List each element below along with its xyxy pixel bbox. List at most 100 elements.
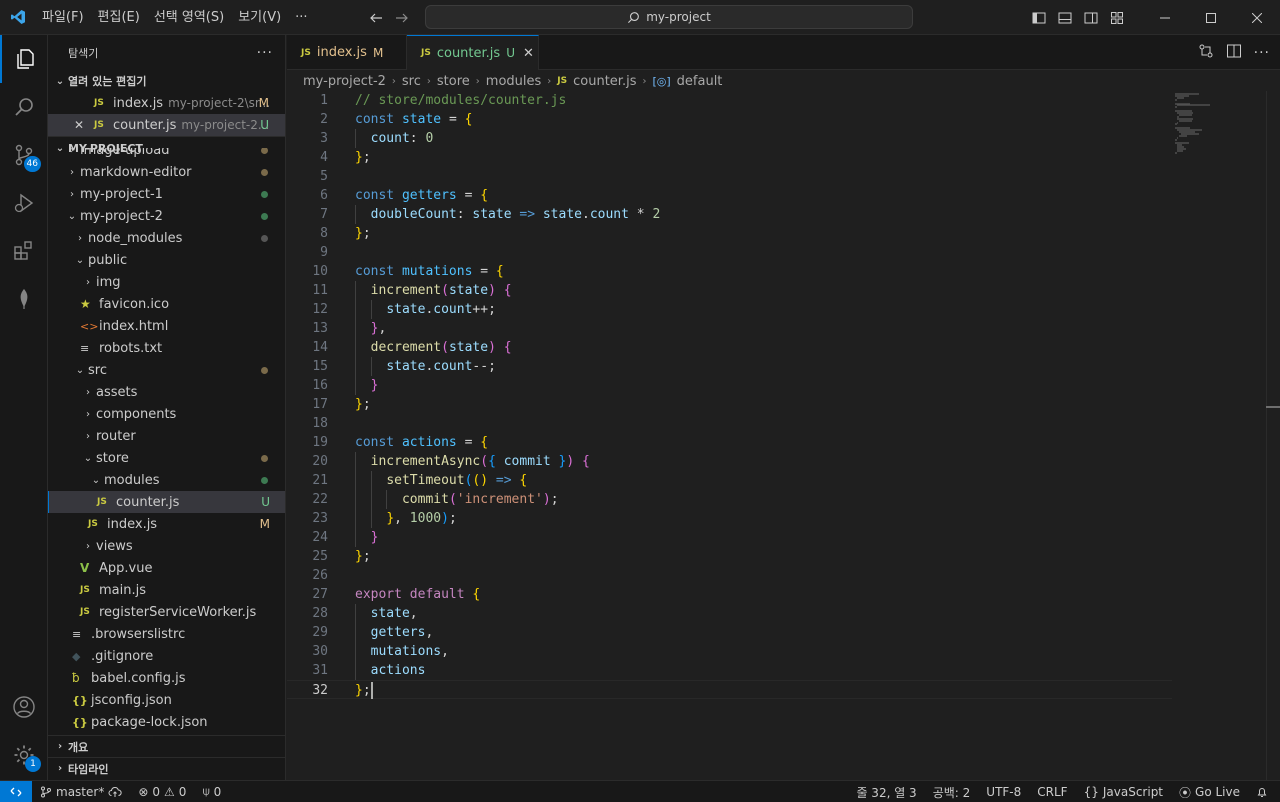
open-editor-item[interactable]: ✕ JS counter.js my-project-2... U bbox=[48, 114, 285, 136]
search-icon[interactable] bbox=[0, 83, 48, 131]
tree-file[interactable]: ≡ .browserslistrc bbox=[48, 623, 285, 645]
go-live-button[interactable]: ⦿ Go Live bbox=[1171, 781, 1248, 802]
toggle-secondary-sidebar-icon[interactable] bbox=[1078, 0, 1104, 35]
tree-file[interactable]: JS index.js M bbox=[48, 513, 285, 535]
tree-folder[interactable]: › my-project-1 bbox=[48, 183, 285, 205]
code-line[interactable]: 16 } bbox=[287, 376, 1172, 395]
close-window-icon[interactable] bbox=[1234, 0, 1280, 35]
tree-file[interactable]: ★ favicon.ico bbox=[48, 293, 285, 315]
cursor-position[interactable]: 줄 32, 열 3 bbox=[848, 781, 924, 802]
compare-changes-icon[interactable] bbox=[1198, 43, 1214, 63]
timeline-section[interactable]: › 타임라인 bbox=[48, 757, 285, 779]
code-line[interactable]: 31 actions bbox=[287, 661, 1172, 680]
menu-edit[interactable]: 편집(E) bbox=[91, 0, 147, 35]
code-line[interactable]: 22 commit('increment'); bbox=[287, 490, 1172, 509]
language-mode[interactable]: {} JavaScript bbox=[1076, 781, 1171, 802]
minimize-icon[interactable] bbox=[1142, 0, 1188, 35]
indentation-status[interactable]: 공백: 2 bbox=[925, 781, 979, 802]
code-line[interactable]: 12 state.count++; bbox=[287, 300, 1172, 319]
menu-selection[interactable]: 선택 영역(S) bbox=[147, 0, 231, 35]
tree-file[interactable]: JS main.js bbox=[48, 579, 285, 601]
tree-file[interactable]: ƀ babel.config.js bbox=[48, 667, 285, 689]
code-line[interactable]: 32}; bbox=[287, 680, 1172, 699]
code-line[interactable]: 28 state, bbox=[287, 604, 1172, 623]
toggle-primary-sidebar-icon[interactable] bbox=[1026, 0, 1052, 35]
code-line[interactable]: 26 bbox=[287, 566, 1172, 585]
toggle-panel-icon[interactable] bbox=[1052, 0, 1078, 35]
more-actions-icon[interactable]: ··· bbox=[257, 45, 273, 61]
menu-file[interactable]: 파일(F) bbox=[35, 0, 91, 35]
tree-folder[interactable]: › img bbox=[48, 271, 285, 293]
tree-folder[interactable]: › markdown-editor bbox=[48, 161, 285, 183]
outline-section[interactable]: › 개요 bbox=[48, 735, 285, 757]
code-line[interactable]: 9 bbox=[287, 243, 1172, 262]
branch-status[interactable]: master* bbox=[32, 781, 130, 802]
more-actions-icon[interactable]: ··· bbox=[1254, 45, 1270, 61]
code-line[interactable]: 6 const getters = { bbox=[287, 186, 1172, 205]
back-arrow-icon[interactable] bbox=[368, 10, 384, 26]
tree-folder[interactable]: ⌄ store bbox=[48, 447, 285, 469]
ports-status[interactable]: ⍦ 0 bbox=[194, 781, 229, 802]
tree-file[interactable]: {} jsconfig.json bbox=[48, 689, 285, 711]
run-debug-icon[interactable] bbox=[0, 179, 48, 227]
source-control-icon[interactable]: 46 bbox=[0, 131, 48, 179]
close-icon[interactable]: ✕ bbox=[74, 118, 94, 132]
breadcrumb-item[interactable]: store bbox=[437, 74, 470, 89]
tree-folder[interactable]: › assets bbox=[48, 381, 285, 403]
explorer-icon[interactable] bbox=[0, 35, 48, 83]
code-line[interactable]: 19 const actions = { bbox=[287, 433, 1172, 452]
open-editors-header[interactable]: ⌄ 열려 있는 편집기 bbox=[48, 70, 285, 92]
code-line[interactable]: 23 }, 1000); bbox=[287, 509, 1172, 528]
code-line[interactable]: 14 decrement(state) { bbox=[287, 338, 1172, 357]
tree-folder[interactable]: › router bbox=[48, 425, 285, 447]
code-line[interactable]: 7 doubleCount: state => state.count * 2 bbox=[287, 205, 1172, 224]
breadcrumb-item[interactable]: src bbox=[402, 74, 421, 89]
breadcrumb-item[interactable]: counter.js bbox=[573, 74, 636, 89]
code-line[interactable]: 1 // store/modules/counter.js bbox=[287, 91, 1172, 110]
code-line[interactable]: 18 bbox=[287, 414, 1172, 433]
tree-file[interactable]: {} package-lock.json bbox=[48, 711, 285, 733]
tree-folder[interactable]: › views bbox=[48, 535, 285, 557]
vertical-scrollbar[interactable] bbox=[1266, 91, 1280, 780]
encoding-status[interactable]: UTF-8 bbox=[978, 781, 1029, 802]
code-line[interactable]: 25}; bbox=[287, 547, 1172, 566]
tab-index-js[interactable]: JS index.js M bbox=[287, 35, 407, 70]
code-line[interactable]: 30 mutations, bbox=[287, 642, 1172, 661]
code-line[interactable]: 29 getters, bbox=[287, 623, 1172, 642]
tree-folder[interactable]: ⌄ src bbox=[48, 359, 285, 381]
menu-view[interactable]: 보기(V) bbox=[231, 0, 288, 35]
maximize-icon[interactable] bbox=[1188, 0, 1234, 35]
manage-gear-icon[interactable]: 1 bbox=[0, 731, 48, 779]
code-line[interactable]: 8}; bbox=[287, 224, 1172, 243]
forward-arrow-icon[interactable] bbox=[394, 10, 410, 26]
code-line[interactable]: 13 }, bbox=[287, 319, 1172, 338]
tree-file[interactable]: ◆ .gitignore bbox=[48, 645, 285, 667]
code-line[interactable]: 10 const mutations = { bbox=[287, 262, 1172, 281]
extensions-icon[interactable] bbox=[0, 227, 48, 275]
menu-more[interactable]: ··· bbox=[288, 0, 314, 35]
tree-folder[interactable]: › components bbox=[48, 403, 285, 425]
sync-cloud-icon[interactable] bbox=[108, 786, 122, 798]
tree-file[interactable]: V App.vue bbox=[48, 557, 285, 579]
close-icon[interactable]: ✕ bbox=[523, 46, 534, 61]
code-line[interactable]: 15 state.count--; bbox=[287, 357, 1172, 376]
command-center-search[interactable]: my-project bbox=[425, 5, 913, 29]
code-line[interactable]: 20 incrementAsync({ commit }) { bbox=[287, 452, 1172, 471]
tree-file[interactable]: ≡ robots.txt bbox=[48, 337, 285, 359]
customize-layout-icon[interactable] bbox=[1104, 0, 1130, 35]
code-line[interactable]: 4}; bbox=[287, 148, 1172, 167]
accounts-icon[interactable] bbox=[0, 683, 48, 731]
breadcrumb-item[interactable]: default bbox=[677, 74, 723, 89]
code-line[interactable]: 21 setTimeout(() => { bbox=[287, 471, 1172, 490]
eol-status[interactable]: CRLF bbox=[1029, 781, 1075, 802]
code-line[interactable]: 2 const state = { bbox=[287, 110, 1172, 129]
problems-status[interactable]: ⊗ 0 ⚠ 0 bbox=[130, 781, 194, 802]
split-editor-icon[interactable] bbox=[1226, 43, 1242, 63]
code-line[interactable]: 3 count: 0 bbox=[287, 129, 1172, 148]
open-editor-item[interactable]: JS index.js my-project-2\sr... M bbox=[48, 92, 285, 114]
code-line[interactable]: 27 export default { bbox=[287, 585, 1172, 604]
minimap[interactable] bbox=[1172, 91, 1265, 780]
tree-folder[interactable]: ⌄ my-project-2 bbox=[48, 205, 285, 227]
tree-file[interactable]: JS registerServiceWorker.js bbox=[48, 601, 285, 623]
tab-counter-js[interactable]: JS counter.js U ✕ bbox=[407, 35, 539, 70]
